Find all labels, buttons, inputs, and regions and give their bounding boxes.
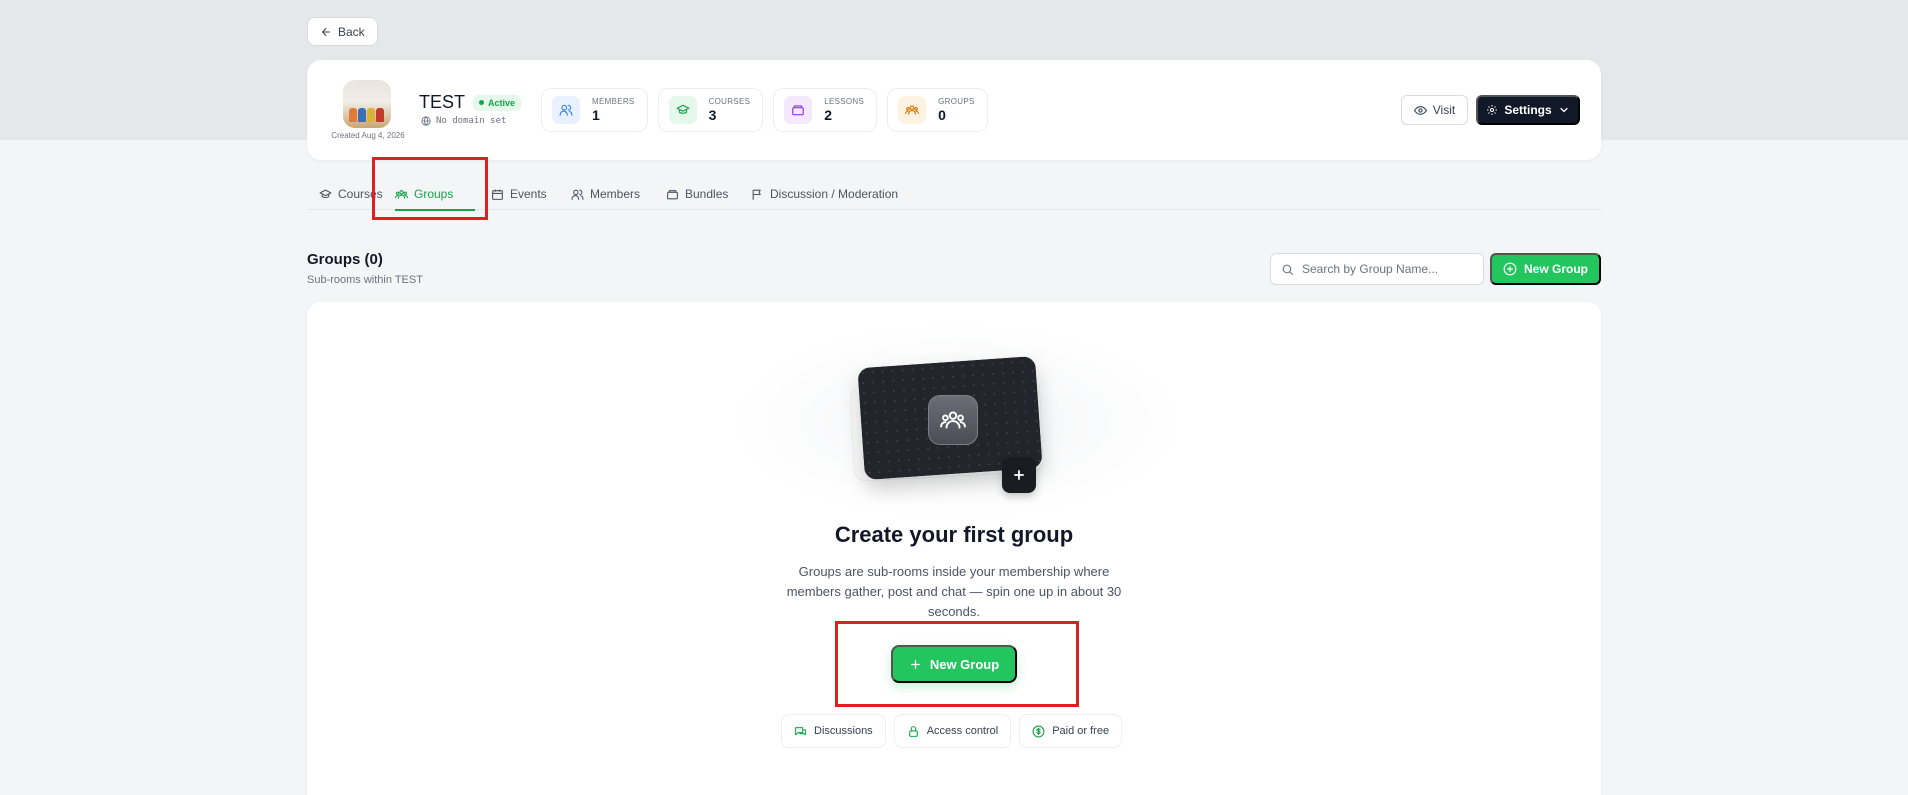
group-search-input[interactable] <box>1302 262 1472 276</box>
group-search[interactable] <box>1270 253 1484 285</box>
tab-events[interactable]: Events <box>491 178 547 210</box>
chevron-down-icon <box>1560 107 1568 113</box>
back-label: Back <box>338 24 365 39</box>
stat-members: MEMBERS 1 <box>541 88 648 132</box>
tab-discussion-moderation[interactable]: Discussion / Moderation <box>751 178 898 210</box>
section-subtitle: Sub-rooms within TEST <box>307 274 423 286</box>
section-title: Groups (0) <box>307 251 383 268</box>
stat-lessons-value: 2 <box>824 107 833 123</box>
domain-info: No domain set <box>421 116 506 126</box>
tab-bundles-label: Bundles <box>685 187 729 201</box>
stat-members-label: MEMBERS <box>592 97 635 106</box>
tab-members[interactable]: Members <box>571 178 640 210</box>
new-group-empty-label: New Group <box>929 656 1000 672</box>
tab-groups[interactable]: Groups <box>395 178 475 211</box>
illustration-plus-badge <box>1002 457 1036 493</box>
plus-icon <box>910 659 920 669</box>
stat-members-value: 1 <box>592 107 600 123</box>
new-group-button-header[interactable]: New Group <box>1490 253 1601 285</box>
tab-events-label: Events <box>510 187 547 201</box>
package-icon <box>667 189 678 199</box>
chat-icon <box>795 726 806 735</box>
book-icon <box>792 105 805 116</box>
group-icon <box>395 189 408 199</box>
membership-header-card: Created Aug 4, 2026 TEST Active No domai… <box>307 60 1601 160</box>
calendar-icon <box>492 189 503 200</box>
flag-icon <box>752 189 761 200</box>
plus-circle-icon <box>1503 262 1517 276</box>
empty-state-description: Groups are sub-rooms inside your members… <box>786 564 1122 619</box>
tab-discussion-label: Discussion / Moderation <box>770 187 899 201</box>
created-date: Created Aug 4, 2026 <box>331 131 405 140</box>
tab-groups-label: Groups <box>414 187 454 201</box>
graduation-cap-icon <box>676 104 689 114</box>
settings-label: Settings <box>1504 103 1552 117</box>
new-group-header-label: New Group <box>1523 262 1588 276</box>
lock-icon <box>908 725 918 737</box>
plus-icon <box>1014 470 1024 480</box>
stat-groups-value: 0 <box>938 107 946 123</box>
status-dot <box>479 100 485 105</box>
stat-groups-label: GROUPS <box>938 97 975 106</box>
stat-courses-value: 3 <box>708 107 717 123</box>
membership-title: TEST <box>419 92 466 112</box>
stat-groups: GROUPS 0 <box>887 88 988 132</box>
tab-bar: Courses Groups Events Members Bundles Di… <box>307 178 1601 211</box>
users-icon <box>571 189 584 200</box>
globe-icon <box>421 116 431 126</box>
tab-members-label: Members <box>590 187 641 201</box>
empty-illustration <box>847 352 1087 512</box>
visit-label: Visit <box>1432 103 1456 117</box>
visit-button[interactable]: Visit <box>1401 95 1468 125</box>
group-icon <box>905 105 920 115</box>
chip-access-control: Access control <box>893 714 1012 748</box>
domain-text: No domain set <box>436 116 507 126</box>
back-button[interactable]: Back <box>307 17 378 46</box>
stat-lessons-label: LESSONS <box>824 97 865 106</box>
status-badge: Active <box>473 94 522 111</box>
chip-access-label: Access control <box>926 725 999 737</box>
chip-paid-label: Paid or free <box>1052 725 1110 737</box>
stat-courses-label: COURSES <box>708 97 751 106</box>
new-group-button-empty[interactable]: New Group <box>891 645 1017 683</box>
stats-row: MEMBERS 1 COURSES 3 LESSONS 2 GROUPS 0 <box>541 88 988 132</box>
illustration-group-tile <box>928 395 978 445</box>
tab-bundles[interactable]: Bundles <box>666 178 728 210</box>
feature-chips: Discussions Access control Paid or free <box>781 714 1123 748</box>
stat-courses: COURSES 3 <box>657 88 764 132</box>
arrow-left-icon <box>322 27 330 36</box>
group-icon <box>940 411 966 429</box>
status-label: Active <box>488 97 516 108</box>
tab-courses[interactable]: Courses <box>319 178 383 210</box>
empty-state-card: Create your first group Groups are sub-r… <box>307 302 1601 795</box>
empty-state-title: Create your first group <box>834 522 1074 547</box>
membership-avatar <box>343 80 391 128</box>
tab-courses-label: Courses <box>338 187 383 201</box>
eye-icon <box>1413 105 1427 115</box>
users-icon <box>559 104 573 116</box>
chip-discussions-label: Discussions <box>814 725 873 737</box>
gear-icon <box>1487 105 1498 115</box>
search-icon <box>1282 264 1293 275</box>
chip-paid-or-free: Paid or free <box>1019 714 1123 748</box>
settings-button[interactable]: Settings <box>1476 95 1580 125</box>
graduation-cap-icon <box>319 189 332 198</box>
chip-discussions: Discussions <box>781 714 886 748</box>
dollar-icon <box>1032 725 1045 737</box>
stat-lessons: LESSONS 2 <box>773 88 878 132</box>
